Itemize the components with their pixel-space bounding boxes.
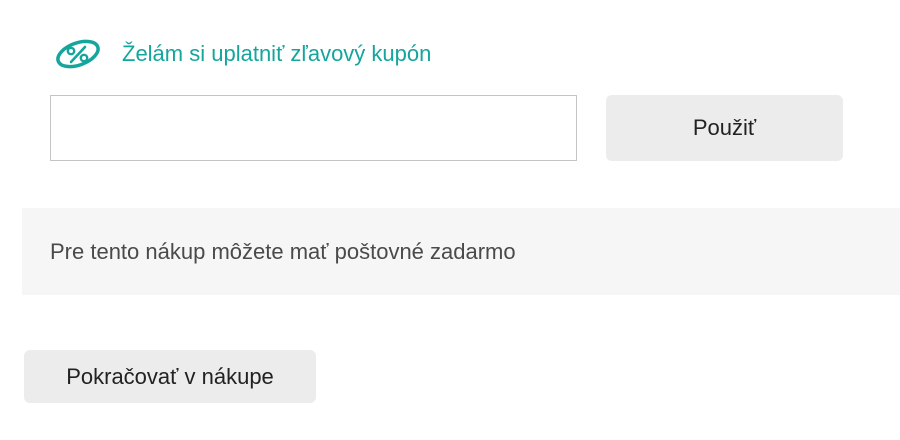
free-shipping-message: Pre tento nákup môžete mať poštovné zada…	[50, 238, 516, 264]
discount-percent-icon	[54, 39, 102, 69]
coupon-toggle-label: Želám si uplatniť zľavový kupón	[122, 41, 432, 66]
cart-coupon-section: Želám si uplatniť zľavový kupón Použiť P…	[0, 0, 900, 440]
free-shipping-banner: Pre tento nákup môžete mať poštovné zada…	[22, 208, 900, 295]
apply-coupon-button[interactable]: Použiť	[606, 95, 843, 161]
coupon-code-input[interactable]	[50, 95, 577, 161]
coupon-toggle-link[interactable]: Želám si uplatniť zľavový kupón	[54, 34, 431, 74]
continue-shopping-button[interactable]: Pokračovať v nákupe	[24, 350, 316, 403]
